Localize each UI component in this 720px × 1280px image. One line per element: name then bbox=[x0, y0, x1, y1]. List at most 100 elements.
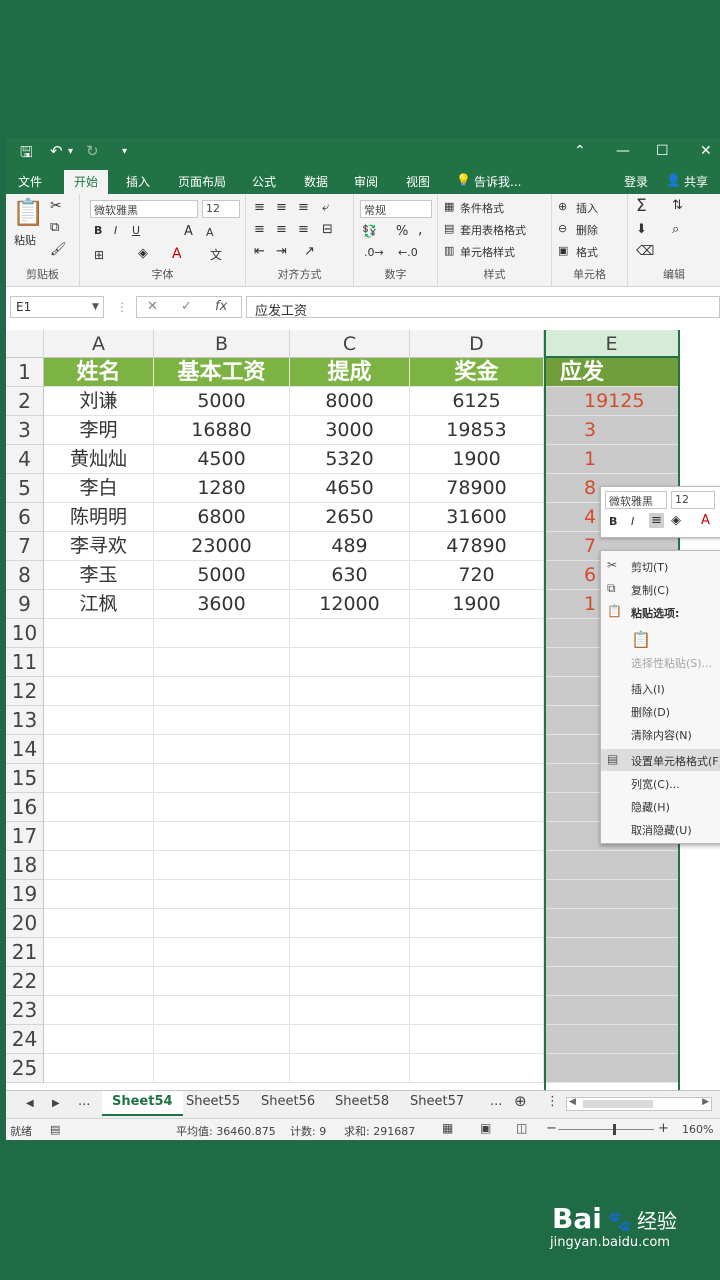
share-button[interactable]: 共享 bbox=[684, 173, 708, 190]
borders-icon[interactable]: ⊞ bbox=[94, 248, 104, 262]
horizontal-scrollbar[interactable]: ◀ ▶ bbox=[566, 1097, 712, 1111]
row-header[interactable]: 2 bbox=[6, 387, 44, 416]
close-button[interactable]: ✕ bbox=[700, 143, 712, 159]
sheet-tab[interactable]: Sheet58 bbox=[335, 1094, 389, 1109]
row-header[interactable]: 1 bbox=[6, 358, 44, 387]
cell-styles-button[interactable]: 单元格样式 bbox=[460, 244, 515, 260]
grow-font-button[interactable]: A bbox=[184, 224, 193, 239]
table-cell[interactable] bbox=[154, 938, 290, 967]
table-cell[interactable] bbox=[410, 677, 544, 706]
column-header-d[interactable]: D bbox=[410, 330, 544, 358]
context-menu-item[interactable]: ▤ 设置单元格格式(F)... bbox=[601, 749, 720, 771]
context-menu-item[interactable]: 插入(I) bbox=[601, 677, 720, 699]
find-icon[interactable]: ⌕ bbox=[672, 222, 679, 237]
page-layout-view-icon[interactable]: ▣ bbox=[480, 1121, 491, 1135]
scroll-thumb[interactable] bbox=[583, 1100, 653, 1108]
sheet-ellipsis-left[interactable]: ... bbox=[78, 1094, 90, 1109]
row-header[interactable]: 8 bbox=[6, 561, 44, 590]
row-header[interactable]: 20 bbox=[6, 909, 44, 938]
table-cell[interactable] bbox=[44, 1054, 154, 1083]
table-cell[interactable] bbox=[410, 851, 544, 880]
table-cell[interactable] bbox=[410, 648, 544, 677]
row-header[interactable]: 5 bbox=[6, 474, 44, 503]
table-cell[interactable]: 5320 bbox=[290, 445, 410, 474]
table-cell[interactable]: 16880 bbox=[154, 416, 290, 445]
tab-file[interactable]: 文件 bbox=[18, 173, 42, 190]
header-cell[interactable]: 姓名 bbox=[44, 358, 154, 387]
row-header[interactable]: 14 bbox=[6, 735, 44, 764]
table-cell[interactable] bbox=[154, 851, 290, 880]
undo-icon[interactable]: ↶ bbox=[50, 142, 63, 160]
mini-bold-button[interactable]: B bbox=[609, 515, 617, 528]
row-header[interactable]: 13 bbox=[6, 706, 44, 735]
sheet-tab[interactable]: Sheet56 bbox=[261, 1094, 315, 1109]
row-header[interactable]: 19 bbox=[6, 880, 44, 909]
enter-icon[interactable]: ✓ bbox=[181, 299, 192, 314]
table-cell[interactable] bbox=[290, 735, 410, 764]
table-cell[interactable] bbox=[154, 706, 290, 735]
table-cell[interactable] bbox=[410, 938, 544, 967]
table-cell[interactable]: 1900 bbox=[410, 590, 544, 619]
conditional-format-button[interactable]: 条件格式 bbox=[460, 200, 504, 216]
zoom-out-button[interactable]: − bbox=[546, 1121, 557, 1136]
table-cell[interactable]: 1 bbox=[544, 445, 680, 474]
add-sheet-icon[interactable]: ⊕ bbox=[514, 1092, 527, 1110]
table-cell[interactable] bbox=[154, 648, 290, 677]
table-cell[interactable] bbox=[410, 967, 544, 996]
zoom-slider-thumb[interactable] bbox=[613, 1124, 616, 1135]
context-menu-item[interactable]: 删除(D) bbox=[601, 700, 720, 722]
scroll-left-icon[interactable]: ◀ bbox=[569, 1097, 576, 1107]
table-cell[interactable] bbox=[154, 822, 290, 851]
table-cell[interactable] bbox=[544, 938, 680, 967]
header-cell[interactable]: 基本工资 bbox=[154, 358, 290, 387]
table-cell[interactable] bbox=[290, 677, 410, 706]
table-cell[interactable]: 12000 bbox=[290, 590, 410, 619]
table-cell[interactable]: 1900 bbox=[410, 445, 544, 474]
table-cell[interactable] bbox=[154, 677, 290, 706]
table-cell[interactable] bbox=[44, 967, 154, 996]
decrease-decimal-icon[interactable]: ←.0 bbox=[398, 246, 418, 259]
table-cell[interactable] bbox=[44, 619, 154, 648]
mini-size-combo[interactable]: 12 bbox=[671, 491, 715, 509]
fill-color-icon[interactable]: ◈ bbox=[138, 246, 148, 261]
table-cell[interactable]: 4650 bbox=[290, 474, 410, 503]
table-cell[interactable] bbox=[410, 764, 544, 793]
macro-record-icon[interactable]: ▤ bbox=[50, 1123, 60, 1136]
table-cell[interactable] bbox=[154, 1025, 290, 1054]
save-icon[interactable]: 🖫 bbox=[20, 142, 33, 167]
cut-icon[interactable]: ✂ bbox=[50, 198, 62, 214]
table-cell[interactable] bbox=[410, 996, 544, 1025]
tell-me-input[interactable]: 告诉我... bbox=[474, 173, 521, 190]
redo-icon[interactable]: ↻ bbox=[86, 142, 99, 160]
context-menu-item[interactable]: 隐藏(H) bbox=[601, 795, 720, 817]
table-cell[interactable]: 19125 bbox=[544, 387, 680, 416]
table-cell[interactable]: 刘谦 bbox=[44, 387, 154, 416]
table-cell[interactable] bbox=[544, 996, 680, 1025]
mini-font-color-icon[interactable]: A bbox=[701, 513, 710, 528]
column-header-b[interactable]: B bbox=[154, 330, 290, 358]
table-cell[interactable]: 489 bbox=[290, 532, 410, 561]
merge-center-icon[interactable]: ⊟ bbox=[322, 222, 333, 237]
row-header[interactable]: 25 bbox=[6, 1054, 44, 1083]
select-all-corner[interactable] bbox=[6, 330, 44, 358]
underline-button[interactable]: U bbox=[132, 224, 140, 237]
table-cell[interactable] bbox=[544, 909, 680, 938]
table-cell[interactable] bbox=[410, 1025, 544, 1054]
table-cell[interactable]: 江枫 bbox=[44, 590, 154, 619]
table-cell[interactable] bbox=[44, 793, 154, 822]
table-cell[interactable]: 3000 bbox=[290, 416, 410, 445]
table-cell[interactable]: 李白 bbox=[44, 474, 154, 503]
sort-filter-icon[interactable]: ⇅ bbox=[672, 198, 683, 213]
table-cell[interactable] bbox=[290, 1054, 410, 1083]
column-header-c[interactable]: C bbox=[290, 330, 410, 358]
font-size-combo[interactable]: 12 bbox=[202, 200, 240, 218]
align-middle-icon[interactable]: ≡ bbox=[276, 200, 287, 215]
login-link[interactable]: 登录 bbox=[624, 173, 648, 190]
table-cell[interactable] bbox=[154, 1054, 290, 1083]
number-format-combo[interactable]: 常规 bbox=[360, 200, 432, 218]
header-cell[interactable]: 应发 bbox=[544, 358, 680, 387]
increase-indent-icon[interactable]: ⇥ bbox=[276, 244, 287, 259]
table-cell[interactable] bbox=[44, 822, 154, 851]
table-cell[interactable]: 19853 bbox=[410, 416, 544, 445]
table-cell[interactable]: 4500 bbox=[154, 445, 290, 474]
